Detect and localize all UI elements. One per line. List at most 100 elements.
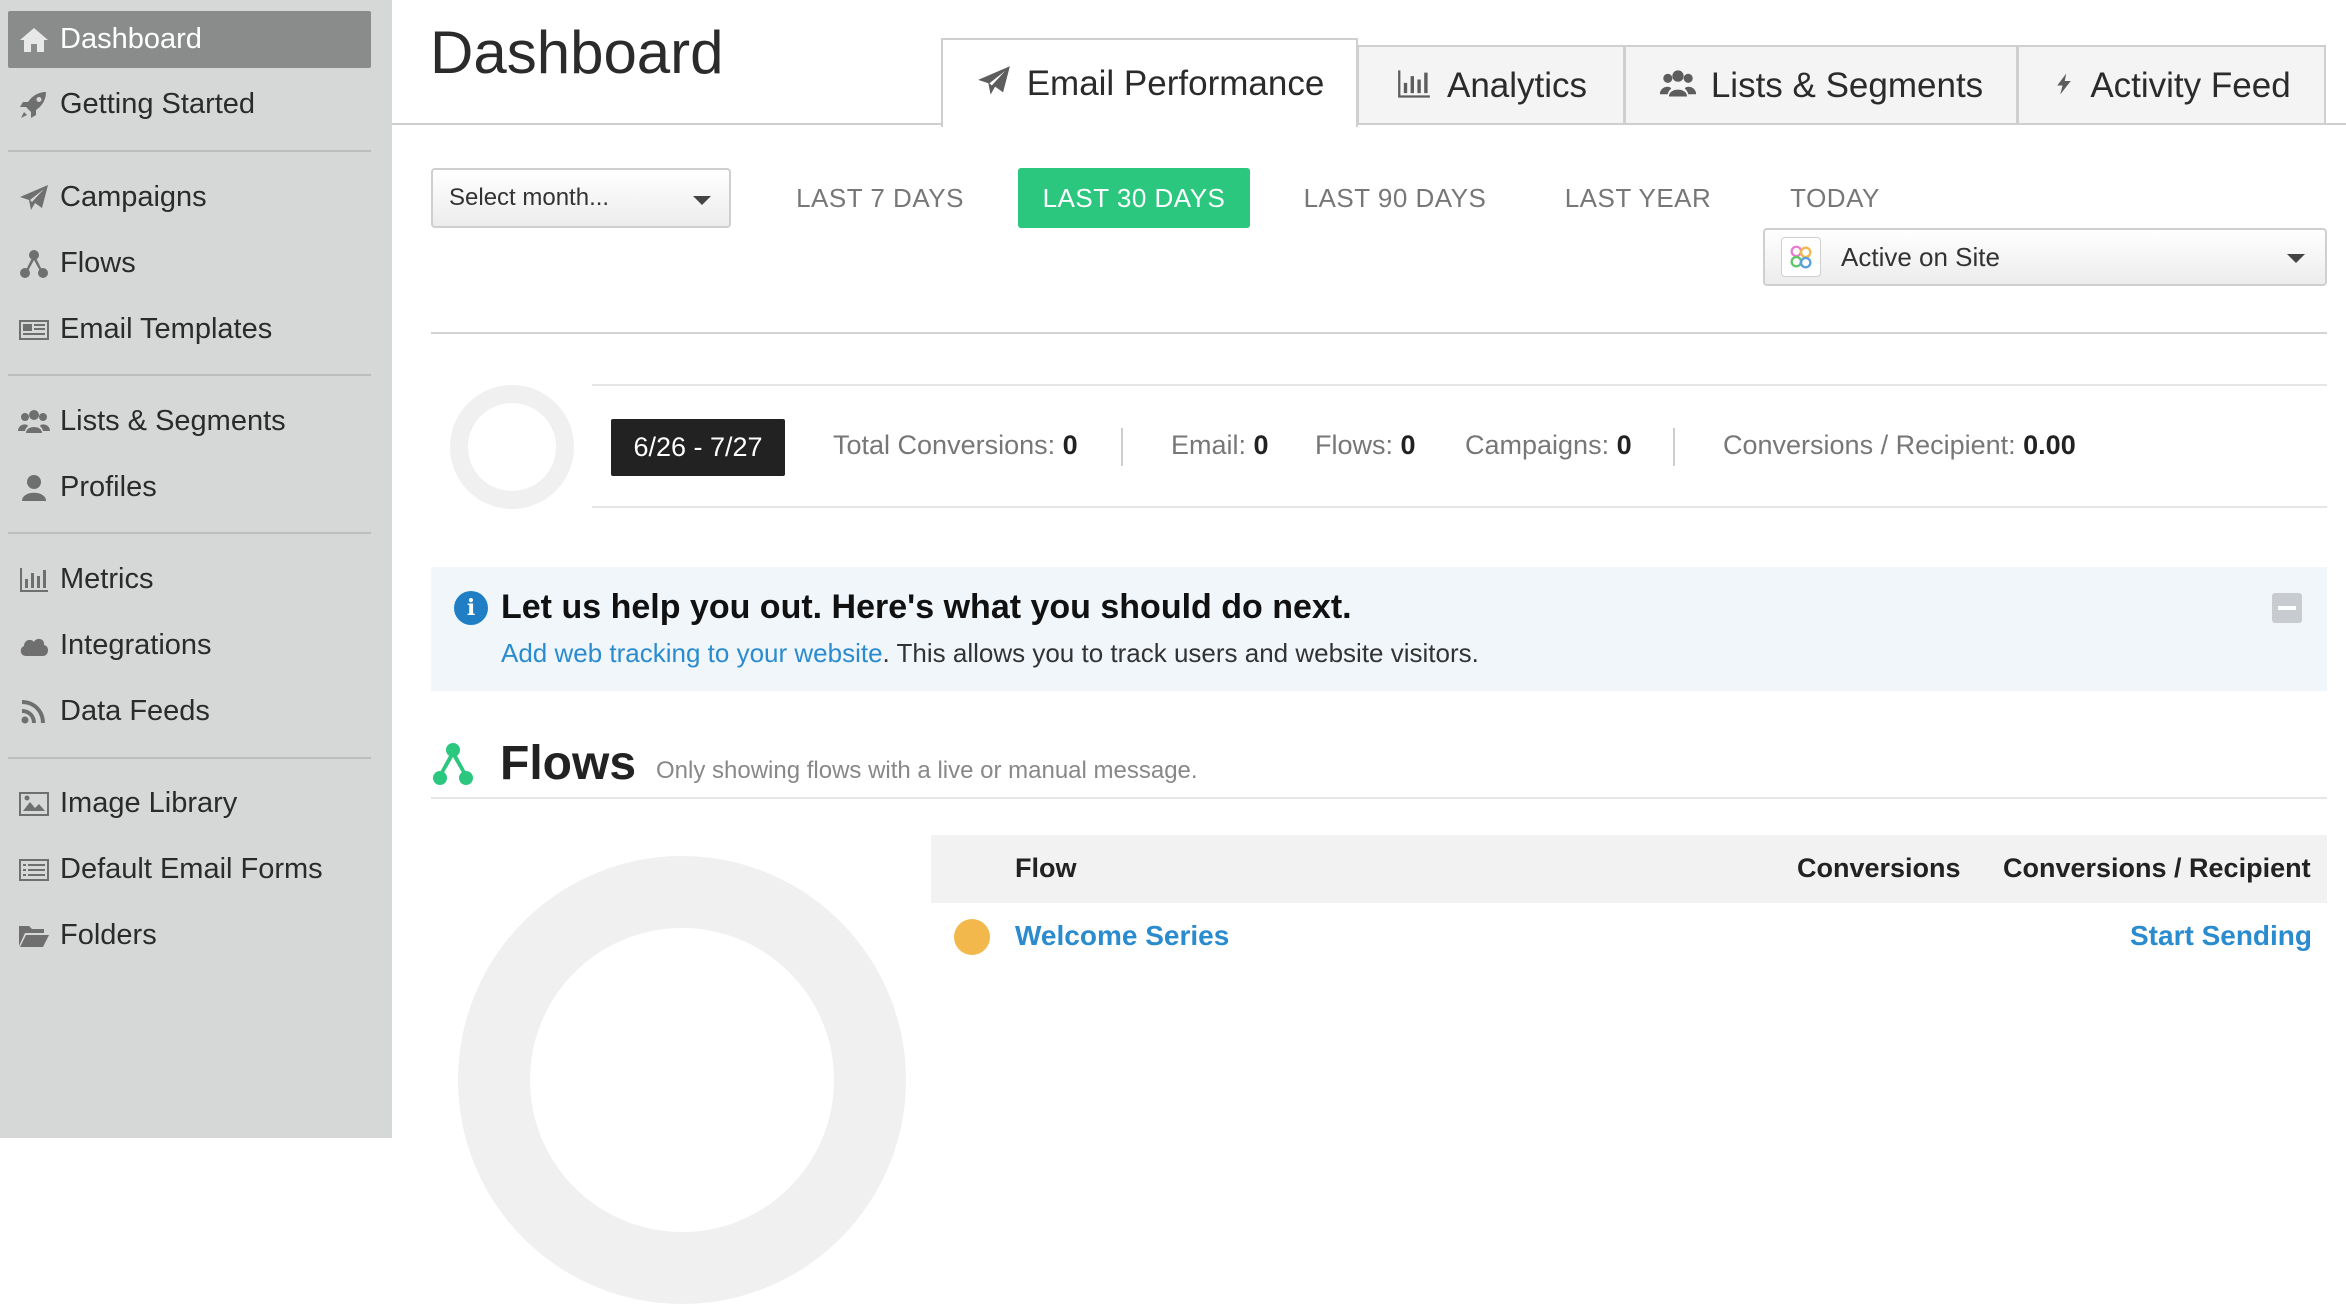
metric-select-value: Active on Site [1841, 241, 2000, 272]
sidebar-item-profiles[interactable]: Profiles [8, 459, 371, 516]
sidebar-item-campaigns[interactable]: Campaigns [8, 169, 371, 226]
stat-value: 0 [1062, 430, 1078, 460]
stat-campaigns: Campaigns: 0 [1465, 430, 1632, 461]
flows-donut [458, 856, 906, 1304]
minus-icon [2278, 606, 2296, 610]
sidebar-item-label: Profiles [60, 471, 157, 503]
rocket-icon [8, 90, 60, 120]
sidebar-item-email-templates[interactable]: Email Templates [8, 301, 371, 358]
stat-value: 0.00 [2023, 430, 2076, 460]
sidebar-divider [8, 374, 371, 376]
tab-bar-divider [392, 123, 2346, 125]
stat-separator [1673, 428, 1675, 466]
start-sending-link[interactable]: Start Sending [2130, 920, 2312, 952]
bar-chart-icon [8, 565, 60, 595]
summary-bottom-border [592, 506, 2327, 508]
stat-separator [1121, 428, 1123, 466]
stat-label: Email: [1171, 430, 1247, 460]
stat-label: Conversions / Recipient: [1723, 430, 2016, 460]
sidebar-divider [8, 150, 371, 152]
help-text: Add web tracking to your website. This a… [501, 638, 1479, 669]
range-today[interactable]: TODAY [1780, 168, 1890, 228]
stat-email: Email: 0 [1171, 430, 1269, 461]
sidebar-item-label: Default Email Forms [60, 853, 323, 885]
page-title: Dashboard [430, 19, 724, 86]
sidebar-item-label: Metrics [60, 563, 154, 595]
metric-select[interactable]: Active on Site [1763, 228, 2327, 286]
tab-label: Lists & Segments [1710, 66, 1984, 105]
sidebar-item-label: Lists & Segments [60, 405, 286, 437]
add-web-tracking-link[interactable]: Add web tracking to your website [501, 638, 883, 668]
sidebar-item-folders[interactable]: Folders [8, 907, 371, 964]
flow-status-dot [954, 919, 990, 955]
flows-section-title: Flows [500, 737, 637, 790]
summary-top-border [592, 384, 2327, 386]
metric-source-logo-icon [1781, 237, 1821, 277]
sidebar-item-metrics[interactable]: Metrics [8, 551, 371, 608]
stat-label: Total Conversions: [833, 430, 1056, 460]
list-icon [8, 855, 60, 885]
stat-label: Flows: [1315, 430, 1394, 460]
flows-divider [431, 797, 2327, 799]
sidebar-item-label: Getting Started [60, 88, 256, 120]
users-icon [1659, 67, 1697, 106]
sidebar-item-label: Data Feeds [60, 695, 210, 727]
sidebar-item-lists-segments[interactable]: Lists & Segments [8, 393, 371, 450]
active-tab-cover [943, 123, 1356, 126]
range-last-30-days[interactable]: LAST 30 DAYS [1018, 168, 1250, 228]
sidebar-item-default-email-forms[interactable]: Default Email Forms [8, 841, 371, 898]
column-header-conversions-per-recipient[interactable]: Conversions / Recipient [2003, 853, 2311, 884]
bolt-icon [2052, 67, 2076, 106]
stat-conversions-per-recipient: Conversions / Recipient: 0.00 [1723, 430, 2076, 461]
newspaper-icon [8, 315, 60, 345]
sidebar-item-label: Email Templates [60, 313, 273, 345]
tab-email-performance[interactable]: Email Performance [941, 38, 1358, 127]
stat-flows: Flows: 0 [1315, 430, 1416, 461]
collapse-banner-button[interactable] [2272, 593, 2302, 623]
filters-divider [431, 332, 2327, 334]
column-header-conversions[interactable]: Conversions [1797, 853, 1961, 884]
month-select[interactable]: Select month... [431, 168, 731, 228]
flow-name-link[interactable]: Welcome Series [1015, 920, 1229, 952]
help-banner [431, 567, 2327, 691]
range-last-7-days[interactable]: LAST 7 DAYS [780, 168, 980, 228]
stat-label: Campaigns: [1465, 430, 1610, 460]
sidebar-item-label: Integrations [60, 629, 212, 661]
sidebar-divider [8, 532, 371, 534]
help-description: . This allows you to track users and web… [882, 638, 1479, 668]
user-icon [8, 473, 60, 503]
tab-label: Analytics [1446, 66, 1588, 105]
sidebar-item-image-library[interactable]: Image Library [8, 775, 371, 832]
tab-lists-segments[interactable]: Lists & Segments [1624, 45, 2018, 125]
sidebar-item-label: Dashboard [60, 23, 202, 55]
flows-icon [433, 743, 473, 785]
rss-icon [8, 697, 60, 727]
paper-plane-icon [8, 183, 60, 213]
month-select-value: Select month... [449, 184, 610, 211]
range-last-90-days[interactable]: LAST 90 DAYS [1290, 168, 1500, 228]
tab-activity-feed[interactable]: Activity Feed [2017, 45, 2326, 125]
sidebar-item-data-feeds[interactable]: Data Feeds [8, 683, 371, 740]
paper-plane-icon [975, 64, 1013, 103]
chevron-down-icon [2287, 254, 2305, 263]
bar-chart-icon [1395, 67, 1433, 106]
tab-analytics[interactable]: Analytics [1357, 45, 1625, 125]
tab-label: Activity Feed [2090, 66, 2291, 105]
image-icon [8, 789, 60, 819]
sidebar: Dashboard Getting Started Campaigns Flow… [0, 0, 392, 1138]
sidebar-item-integrations[interactable]: Integrations [8, 617, 371, 674]
folder-open-icon [8, 921, 60, 951]
cloud-icon [8, 631, 60, 661]
column-header-flow[interactable]: Flow [1015, 853, 1077, 884]
info-icon: i [454, 591, 488, 625]
chevron-down-icon [693, 196, 711, 205]
sidebar-item-dashboard[interactable]: Dashboard [8, 11, 371, 68]
sidebar-item-label: Image Library [60, 787, 238, 819]
sidebar-item-label: Campaigns [60, 181, 207, 213]
conversions-donut [450, 385, 574, 509]
range-last-year[interactable]: LAST YEAR [1552, 168, 1724, 228]
home-icon [8, 25, 60, 55]
sidebar-item-getting-started[interactable]: Getting Started [8, 76, 371, 133]
sidebar-item-flows[interactable]: Flows [8, 235, 371, 292]
tab-label: Email Performance [1026, 63, 1325, 103]
